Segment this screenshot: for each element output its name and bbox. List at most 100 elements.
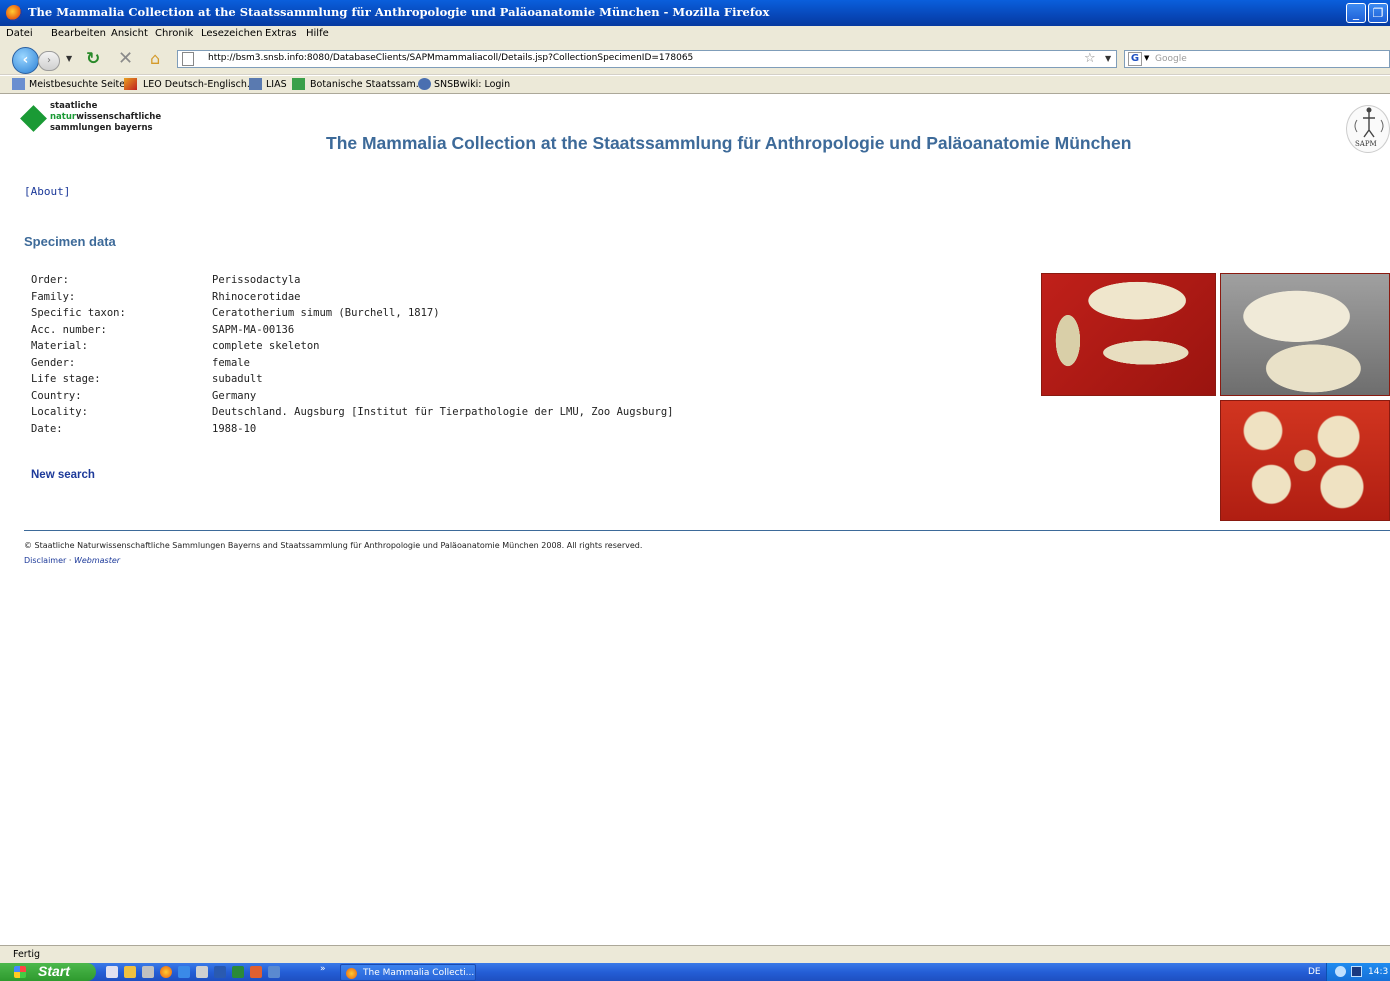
quicklaunch-app-icon[interactable] <box>142 966 154 978</box>
specimen-label: Material: <box>31 340 88 352</box>
menu-lesezeichen[interactable]: Lesezeichen <box>201 28 262 39</box>
tray-app-icon[interactable] <box>1351 966 1362 977</box>
url-dropdown-icon[interactable]: ▼ <box>1105 54 1111 63</box>
specimen-value: Germany <box>212 389 257 402</box>
specimen-value: Perissodactyla <box>212 274 301 286</box>
quicklaunch-word-icon[interactable] <box>214 966 226 978</box>
search-bar[interactable]: G ▼ Google <box>1124 50 1390 68</box>
clock[interactable]: 14:3 <box>1368 967 1388 977</box>
menu-ansicht[interactable]: Ansicht <box>111 28 148 39</box>
logo-line-3: sammlungen bayerns <box>50 123 153 133</box>
specimen-label: Acc. number: <box>31 323 107 336</box>
quicklaunch-network-icon[interactable] <box>268 966 280 978</box>
sapm-figure-icon <box>1354 107 1384 138</box>
specimen-label: Gender: <box>31 356 76 369</box>
snsb-logo-text: staatliche naturwissenschaftliche sammlu… <box>50 101 161 134</box>
specimen-value: subadult <box>212 373 263 385</box>
menu-bar: Datei Bearbeiten Ansicht Chronik Lesezei… <box>0 26 1390 43</box>
specimen-label: Country: <box>31 389 82 402</box>
quicklaunch-outlook-icon[interactable] <box>250 966 262 978</box>
quicklaunch-firefox-icon[interactable] <box>160 966 172 978</box>
tray-back-icon[interactable] <box>1335 966 1346 977</box>
specimen-value: 1988-10 <box>212 422 257 435</box>
quicklaunch-excel-icon[interactable] <box>232 966 244 978</box>
quicklaunch-tool-icon[interactable] <box>196 966 208 978</box>
footer-links: Disclaimer · Webmaster <box>24 556 120 565</box>
language-indicator[interactable]: DE <box>1308 967 1321 977</box>
about-link[interactable]: [About] <box>24 185 70 198</box>
bookmark-star-icon[interactable]: ☆ <box>1084 51 1096 66</box>
specimen-label: Family: <box>31 290 76 303</box>
back-button[interactable]: ‹ <box>12 47 39 74</box>
snsb-logo-icon <box>20 105 47 132</box>
menu-extras[interactable]: Extras <box>265 28 297 39</box>
start-button[interactable]: Start <box>0 963 96 981</box>
status-bar: Fertig <box>0 945 1390 963</box>
page-title: The Mammalia Collection at the Staatssam… <box>326 133 1132 153</box>
sapm-logo: SAPM <box>1346 105 1390 153</box>
bookmark-snsbwiki[interactable]: SNSBwiki: Login <box>434 79 510 90</box>
quicklaunch-ie-icon[interactable] <box>178 966 190 978</box>
disclaimer-link[interactable]: Disclaimer <box>24 556 66 565</box>
history-dropdown-icon[interactable]: ▼ <box>66 54 72 63</box>
search-engine-dropdown-icon[interactable]: ▼ <box>1144 54 1149 62</box>
specimen-value: Deutschland. Augsburg [Institut für Tier… <box>212 406 674 418</box>
navigation-toolbar: ‹ › ▼ ↻ ✕ ⌂ http://bsm3.snsb.info:8080/D… <box>0 43 1390 75</box>
url-bar[interactable]: http://bsm3.snsb.info:8080/DatabaseClien… <box>177 50 1117 68</box>
specimen-label: Order: <box>31 274 69 286</box>
wiki-icon <box>418 78 431 90</box>
most-visited-icon <box>12 78 25 90</box>
quicklaunch-more-icon[interactable]: » <box>320 964 326 974</box>
specimen-value: Rhinocerotidae <box>212 290 301 303</box>
webmaster-link[interactable]: Webmaster <box>74 556 120 565</box>
url-text[interactable]: http://bsm3.snsb.info:8080/DatabaseClien… <box>208 53 693 63</box>
botanische-icon <box>292 78 305 90</box>
start-label: Start <box>38 963 70 979</box>
bookmark-most-visited[interactable]: Meistbesuchte Seiten <box>29 79 131 90</box>
taskbar: Start » The Mammalia Collecti... DE 14:3 <box>0 963 1390 981</box>
footer-divider <box>24 530 1390 531</box>
taskbar-window-label: The Mammalia Collecti... <box>363 968 475 978</box>
google-icon[interactable]: G <box>1128 52 1142 66</box>
specimen-label: Specific taxon: <box>31 307 126 319</box>
window-titlebar: The Mammalia Collection at the Staatssam… <box>0 0 1390 26</box>
minimize-button[interactable]: _ <box>1346 3 1366 23</box>
specimen-label: Life stage: <box>31 373 101 385</box>
search-placeholder[interactable]: Google <box>1155 54 1187 64</box>
window-title: The Mammalia Collection at the Staatssam… <box>28 5 770 19</box>
logo-line-1: staatliche <box>50 101 98 111</box>
reload-icon[interactable]: ↻ <box>86 49 100 69</box>
stop-icon[interactable]: ✕ <box>118 48 133 69</box>
taskbar-firefox-window[interactable]: The Mammalia Collecti... <box>340 964 476 981</box>
quicklaunch-desktop-icon[interactable] <box>106 966 118 978</box>
page-content: staatliche naturwissenschaftliche sammlu… <box>0 95 1390 945</box>
lias-icon <box>249 78 262 90</box>
bookmark-leo[interactable]: LEO Deutsch-Englisch... <box>143 79 256 90</box>
home-icon[interactable]: ⌂ <box>150 49 160 68</box>
specimen-label: Locality: <box>31 406 88 418</box>
menu-hilfe[interactable]: Hilfe <box>306 28 329 39</box>
specimen-value: Ceratotherium simum (Burchell, 1817) <box>212 307 440 319</box>
quicklaunch-folder-icon[interactable] <box>124 966 136 978</box>
specimen-photo-skull[interactable] <box>1041 273 1216 396</box>
copyright-text: © Staatliche Naturwissenschaftliche Samm… <box>24 541 643 550</box>
specimen-photo-bones[interactable] <box>1220 273 1390 396</box>
menu-datei[interactable]: Datei <box>6 28 33 39</box>
menu-bearbeiten[interactable]: Bearbeiten <box>51 28 106 39</box>
windows-logo-icon <box>14 966 26 978</box>
specimen-value: complete skeleton <box>212 340 320 352</box>
menu-chronik[interactable]: Chronik <box>155 28 193 39</box>
maximize-button[interactable]: ❐ <box>1368 3 1388 23</box>
bookmark-lias[interactable]: LIAS <box>266 79 287 90</box>
specimen-photo-vertebrae[interactable] <box>1220 400 1390 521</box>
bookmarks-toolbar: Meistbesuchte Seiten LEO Deutsch-Englisc… <box>0 76 1390 94</box>
leo-icon <box>124 78 137 90</box>
firefox-icon <box>6 5 22 21</box>
page-favicon-icon <box>182 52 194 66</box>
status-text: Fertig <box>13 949 41 960</box>
bookmark-botanische[interactable]: Botanische Staatssam... <box>310 79 425 90</box>
forward-button[interactable]: › <box>38 51 60 71</box>
specimen-label: Date: <box>31 422 63 435</box>
new-search-link[interactable]: New search <box>31 469 95 481</box>
footer-separator: · <box>68 556 72 565</box>
